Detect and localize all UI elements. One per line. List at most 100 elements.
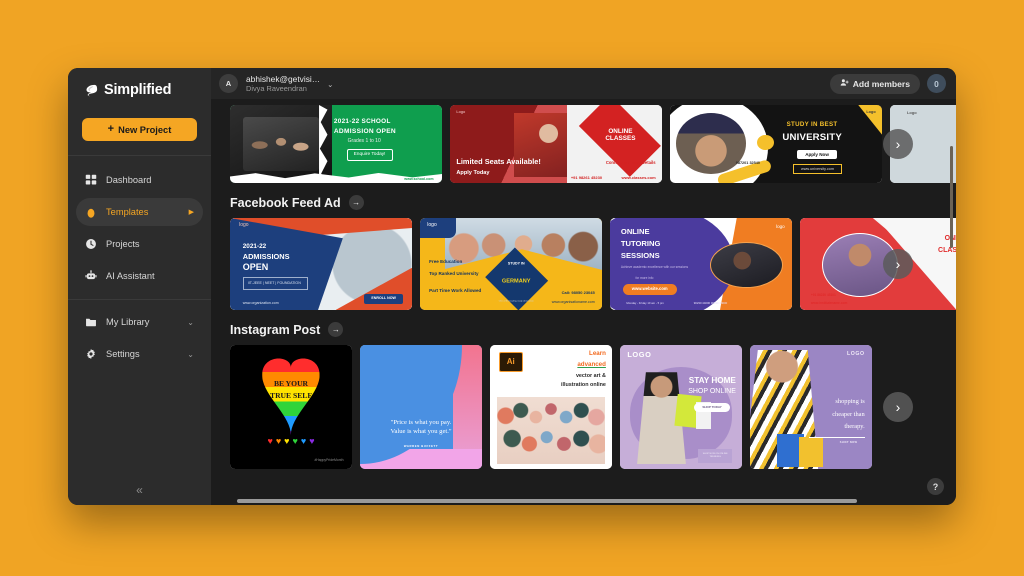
banner2-cta: Connect for more Details — [605, 160, 656, 166]
fb1-logo: logo — [239, 221, 249, 228]
stay-home-shop-online-post[interactable]: LOGO STAY HOME SHOP ONLINE SHOP TODAY SH… — [620, 345, 742, 469]
banner2-badge2: CLASSES — [604, 136, 635, 144]
sidebar-nav: Dashboard Templates ▶ Projects AI Assist… — [68, 164, 211, 370]
ig5-cta: SHOP NOW — [839, 440, 858, 444]
heart-icon-red: ♥ — [267, 435, 273, 446]
vertical-scrollbar[interactable] — [950, 146, 953, 248]
admissions-open-card[interactable]: logo 2021-22 ADMISSIONS OPEN IIT-JEEE | … — [230, 218, 412, 310]
collapse-sidebar-button[interactable]: « — [68, 483, 211, 497]
fb1-line3: OPEN — [242, 262, 269, 273]
sidebar-label-ai-assistant: AI Assistant — [106, 271, 155, 281]
ig4-line2: SHOP ONLINE — [688, 388, 736, 396]
ig5-logo: LOGO — [847, 351, 865, 358]
fb3-sub: Achieve academic excellence with our ses… — [620, 264, 689, 269]
ig3-line3: vector art & — [575, 372, 606, 379]
banner3-url: www.university.com — [792, 163, 843, 174]
ig3-line2: advanced — [577, 361, 606, 369]
sidebar-divider-top — [68, 155, 211, 156]
add-members-button[interactable]: Add members — [829, 73, 920, 94]
fb2-phone: Call: 98050 23045 — [561, 289, 595, 295]
new-project-button[interactable]: + New Project — [82, 118, 197, 141]
help-button[interactable]: ? — [927, 478, 944, 495]
fb1-tag: IIT-JEEE | NEET | FOUNDATION — [242, 276, 309, 290]
study-in-best-university-banner[interactable]: Logo STUDY IN BEST UNIVERSITY Apply Now … — [670, 105, 882, 183]
fb2-logo: logo — [427, 221, 437, 228]
add-members-label: Add members — [852, 78, 910, 89]
fb2-b1: Free Education — [429, 259, 463, 265]
sidebar-item-settings[interactable]: Settings ⌄ — [76, 340, 203, 368]
new-project-label: New Project — [118, 124, 172, 135]
heart-icon-yellow: ♥ — [284, 435, 290, 446]
online-tutoring-sessions-card[interactable]: logo ONLINE TUTORING SESSIONS Achieve ac… — [610, 218, 792, 310]
app-window: Simplified + New Project Dashboard Templ… — [68, 68, 956, 505]
buffett-quote-post[interactable]: "Price is what you pay. Value is what yo… — [360, 345, 482, 469]
user-info[interactable]: abhishek@getvisi… Divya Raveendran — [246, 74, 320, 94]
sidebar-item-projects[interactable]: Projects — [76, 230, 203, 258]
horizontal-scrollbar[interactable] — [237, 499, 857, 503]
banner2-line1: Limited Seats Available! — [456, 157, 541, 167]
ig2-line2: Value is what you get." — [390, 428, 452, 436]
fb4-phone: +91 86230 45101 — [810, 292, 836, 297]
heart-row: ♥ ♥ ♥ ♥ ♥ ♥ — [230, 436, 352, 446]
fb1-cta: ENROLL NOW — [364, 293, 403, 304]
banner1-cta: Enquire Today! — [346, 149, 393, 161]
fb3-line1: ONLINE — [620, 227, 650, 237]
sidebar-item-my-library[interactable]: My Library ⌄ — [76, 308, 203, 336]
banner3-line1: STUDY IN BEST — [786, 121, 838, 129]
sidebar-label-my-library: My Library — [106, 317, 150, 327]
instagram-post-row: BE YOUR TRUE SELF ♥ ♥ ♥ ♥ ♥ ♥ #HappyPrid… — [230, 345, 956, 469]
heart-icon-blue: ♥ — [300, 435, 307, 446]
ig3-crowd-illustration — [497, 397, 605, 465]
instagram-row-next-button[interactable]: › — [883, 392, 913, 422]
grid-icon — [84, 174, 97, 187]
school-admission-open-banner[interactable]: 2021-22 SCHOOL ADMISSION OPEN Grades 1 t… — [230, 105, 442, 183]
templates-scroll-area[interactable]: 2021-22 SCHOOL ADMISSION OPEN Grades 1 t… — [211, 99, 956, 505]
member-count-badge: 0 — [927, 74, 946, 93]
sidebar-item-ai-assistant[interactable]: AI Assistant — [76, 262, 203, 290]
facebook-feed-ad-arrow[interactable]: → — [348, 195, 364, 210]
fb2-b2: Top Ranked University — [429, 271, 479, 277]
brand-logo: Simplified — [68, 68, 211, 110]
instagram-post-arrow[interactable]: → — [328, 322, 344, 337]
robot-icon — [84, 270, 97, 283]
ig4-cta: SHOP TODAY — [694, 403, 730, 412]
facebook-row-next-button[interactable]: › — [883, 249, 913, 279]
clock-icon — [84, 238, 97, 251]
banner3-line2: UNIVERSITY — [782, 132, 842, 144]
be-your-true-self-post[interactable]: BE YOUR TRUE SELF ♥ ♥ ♥ ♥ ♥ ♥ #HappyPrid… — [230, 345, 352, 469]
study-in-germany-card[interactable]: logo Free Education Top Ranked Universit… — [420, 218, 602, 310]
chevron-down-icon-settings: ⌄ — [187, 349, 194, 359]
ig4-line1: STAY HOME — [688, 376, 736, 385]
fb3-line2: TUTORING — [620, 239, 661, 249]
ig5-line1: shopping is — [835, 398, 865, 406]
avatar[interactable]: A — [219, 74, 238, 93]
banner3-logo: Logo — [866, 109, 876, 114]
ig5-line2: cheaper than — [832, 410, 865, 418]
chevron-down-icon-account[interactable]: ⌄ — [327, 80, 333, 89]
sidebar: Simplified + New Project Dashboard Templ… — [68, 68, 211, 505]
user-email: abhishek@getvisi… — [246, 73, 321, 84]
banner1-line2: ADMISSION OPEN — [333, 128, 396, 136]
online-classes-banner[interactable]: Logo ONLINE CLASSES Limited Seats Availa… — [450, 105, 662, 183]
banner1-line3: Grades 1 to 10 — [347, 138, 381, 145]
ig3-ai-badge: Ai — [498, 352, 523, 373]
instagram-post-title: Instagram Post → — [230, 322, 956, 337]
topbar: A abhishek@getvisi… Divya Raveendran ⌄ A… — [211, 68, 956, 99]
ig3-line1: Learn — [589, 350, 606, 358]
fb4-url: www.institutename.com — [810, 300, 848, 305]
online-classes-partial-card[interactable]: ONLINE CLASSES +91 86230 45101 www.insti… — [800, 218, 956, 310]
fb4-line2: CLASSES — [938, 247, 956, 255]
gear-icon — [84, 348, 97, 361]
fb2-url: www.organisationame.com — [551, 300, 595, 305]
banner-row-next-button[interactable]: › — [883, 129, 913, 159]
fb3-more: for more info — [635, 275, 654, 280]
shopping-cheaper-than-therapy-post[interactable]: LOGO shopping is cheaper than therapy. S… — [750, 345, 872, 469]
fb3-url: www.website.com — [622, 284, 677, 295]
ig1-line2: TRUE SELF — [270, 391, 312, 401]
fb3-logo: logo — [776, 223, 785, 229]
sidebar-item-templates[interactable]: Templates ▶ — [76, 198, 203, 226]
ig1-hashtag: #HappyPrideMonth — [314, 458, 344, 463]
fb2-b3: Part Time Work Allowed — [429, 287, 482, 293]
learn-vector-art-post[interactable]: Ai Learn advanced vector art & illustrat… — [490, 345, 612, 469]
sidebar-item-dashboard[interactable]: Dashboard — [76, 166, 203, 194]
